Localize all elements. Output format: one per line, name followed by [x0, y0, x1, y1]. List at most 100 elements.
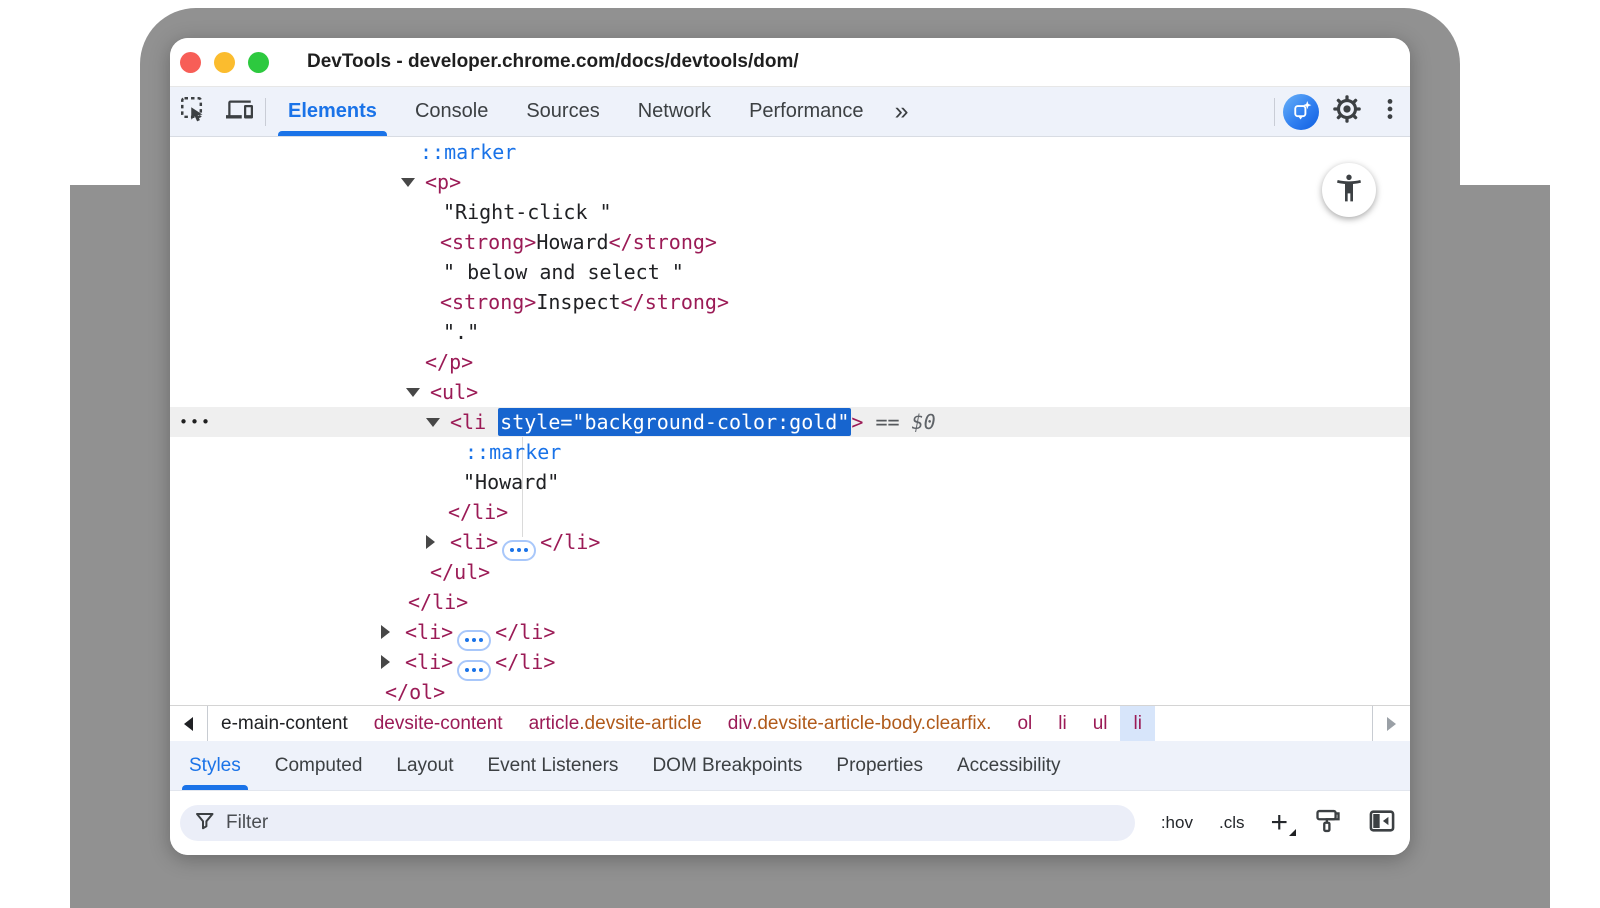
- tree-row[interactable]: <li> </li>: [170, 617, 1410, 647]
- tab-console[interactable]: Console: [396, 87, 507, 136]
- breadcrumb-item[interactable]: ul: [1080, 706, 1121, 741]
- code-segment: <li>: [405, 620, 453, 644]
- sidebar-tab-event-listeners[interactable]: Event Listeners: [470, 741, 635, 790]
- breadcrumb-segment: devsite-content: [374, 713, 503, 735]
- breadcrumb-segment: ul: [1093, 713, 1108, 735]
- zoom-window-button[interactable]: [248, 52, 269, 73]
- tree-row[interactable]: " below and select ": [170, 257, 1410, 287]
- device-toolbar-icon: [226, 96, 253, 128]
- tree-row[interactable]: "Howard": [170, 467, 1410, 497]
- settings-button[interactable]: [1324, 87, 1370, 136]
- breadcrumb-segment: ol: [1017, 713, 1032, 735]
- tree-row[interactable]: <li></li>: [170, 647, 1410, 677]
- ai-assistance-button[interactable]: [1278, 87, 1324, 136]
- sidebar-tab-accessibility[interactable]: Accessibility: [940, 741, 1077, 790]
- collapsed-arrow-icon[interactable]: [426, 535, 435, 549]
- tree-row[interactable]: <strong>Howard</strong>: [170, 227, 1410, 257]
- title-bar: DevTools - developer.chrome.com/docs/dev…: [170, 38, 1410, 87]
- breadcrumb-segment: .devsite-article-body.clearfix.: [752, 713, 991, 735]
- collapsed-arrow-icon[interactable]: [381, 655, 390, 669]
- breadcrumb-scroll-left-button[interactable]: [170, 706, 208, 741]
- tree-row[interactable]: </ul>: [170, 557, 1410, 587]
- triangle-right-icon: [1387, 717, 1396, 731]
- tree-row[interactable]: ::marker: [170, 137, 1410, 167]
- sidebar-tab-styles[interactable]: Styles: [172, 741, 258, 790]
- breadcrumb-item[interactable]: e-main-content: [208, 706, 361, 741]
- code-segment: <strong>: [440, 290, 536, 314]
- tab-performance[interactable]: Performance: [730, 87, 883, 136]
- devtools-window: DevTools - developer.chrome.com/docs/dev…: [170, 38, 1410, 855]
- code-segment: >: [851, 410, 863, 434]
- customize-devtools-button[interactable]: [1370, 87, 1410, 136]
- sidebar-tab-bar: StylesComputedLayoutEvent ListenersDOM B…: [170, 741, 1410, 791]
- breadcrumb-item[interactable]: ol: [1004, 706, 1045, 741]
- code-segment: ".": [443, 320, 479, 344]
- element-classes-button[interactable]: .cls: [1219, 813, 1245, 833]
- code-segment: </li>: [448, 500, 508, 524]
- breadcrumb-item[interactable]: devsite-content: [361, 706, 516, 741]
- inspect-element-button[interactable]: [170, 87, 216, 136]
- code-segment: ::marker: [420, 140, 516, 164]
- rendering-emulations-button[interactable]: [1314, 807, 1342, 840]
- tab-elements[interactable]: Elements: [269, 87, 396, 136]
- breadcrumb-scroll-right-button[interactable]: [1372, 706, 1410, 741]
- code-segment: </strong>: [621, 290, 729, 314]
- tree-row[interactable]: ".": [170, 317, 1410, 347]
- tree-row[interactable]: <strong>Inspect</strong>: [170, 287, 1410, 317]
- toolbar-divider: [265, 98, 266, 126]
- tree-row[interactable]: </li>: [170, 497, 1410, 527]
- tree-row[interactable]: </p>: [170, 347, 1410, 377]
- kebab-menu-icon: [1377, 96, 1403, 127]
- code-segment: <li>: [450, 530, 498, 554]
- tree-row[interactable]: <ul>: [170, 377, 1410, 407]
- toolbar-spacer: [918, 87, 1271, 136]
- code-segment: </li>: [495, 620, 555, 644]
- tree-row[interactable]: ::marker: [170, 437, 1410, 467]
- sidebar-tab-layout[interactable]: Layout: [379, 741, 470, 790]
- minimize-window-button[interactable]: [214, 52, 235, 73]
- toggle-sidebar-button[interactable]: [1368, 807, 1396, 840]
- tab-sources[interactable]: Sources: [507, 87, 618, 136]
- sidebar-tab-dom-breakpoints[interactable]: DOM Breakpoints: [635, 741, 819, 790]
- tree-row[interactable]: </ol>: [170, 677, 1410, 705]
- new-style-rule-button[interactable]: +: [1270, 808, 1288, 838]
- breadcrumb-item[interactable]: li: [1120, 706, 1154, 741]
- sidebar-tab-properties[interactable]: Properties: [819, 741, 940, 790]
- expanded-arrow-icon[interactable]: [426, 418, 440, 427]
- chevron-double-right-icon: »: [895, 97, 907, 126]
- code-segment: <ul>: [430, 380, 478, 404]
- more-panels-button[interactable]: »: [883, 87, 919, 136]
- tree-row[interactable]: </li>: [170, 587, 1410, 617]
- tree-row[interactable]: <li></li>: [170, 527, 1410, 557]
- paint-roller-icon: [1314, 807, 1342, 840]
- window-title: DevTools - developer.chrome.com/docs/dev…: [307, 51, 799, 73]
- tab-network[interactable]: Network: [619, 87, 730, 136]
- sidebar-tab-computed[interactable]: Computed: [258, 741, 380, 790]
- code-segment: </ul>: [430, 560, 490, 584]
- inspect-icon: [180, 96, 207, 128]
- tree-row[interactable]: <p>: [170, 167, 1410, 197]
- toolbar-divider-right: [1274, 98, 1275, 126]
- dom-tree: ::marker<p>"Right-click "<strong>Howard<…: [170, 137, 1410, 705]
- breadcrumb-item[interactable]: div.devsite-article-body.clearfix.: [715, 706, 1005, 741]
- selected-attribute-text: style="background-color:gold": [498, 408, 851, 436]
- code-segment: Inspect: [536, 290, 620, 314]
- tree-row-selected[interactable]: •••<li style="background-color:gold"> ==…: [170, 407, 1410, 437]
- code-segment: "Howard": [463, 470, 559, 494]
- breadcrumb-item[interactable]: article.devsite-article: [516, 706, 715, 741]
- close-window-button[interactable]: [180, 52, 201, 73]
- styles-filter-field[interactable]: [180, 805, 1135, 841]
- panel-tabs: ElementsConsoleSourcesNetworkPerformance: [269, 87, 883, 136]
- expanded-arrow-icon[interactable]: [401, 178, 415, 187]
- code-segment: </li>: [408, 590, 468, 614]
- toggle-element-state-button[interactable]: :hov: [1161, 813, 1193, 833]
- collapsed-arrow-icon[interactable]: [381, 625, 390, 639]
- toggle-device-toolbar-button[interactable]: [216, 87, 262, 136]
- tree-row[interactable]: "Right-click ": [170, 197, 1410, 227]
- funnel-filter-icon: [194, 810, 216, 837]
- ai-assistance-icon: [1283, 94, 1319, 130]
- expanded-arrow-icon[interactable]: [406, 388, 420, 397]
- breadcrumb-item[interactable]: li: [1045, 706, 1079, 741]
- row-actions-icon[interactable]: •••: [179, 407, 212, 437]
- styles-filter-input[interactable]: [226, 812, 1121, 834]
